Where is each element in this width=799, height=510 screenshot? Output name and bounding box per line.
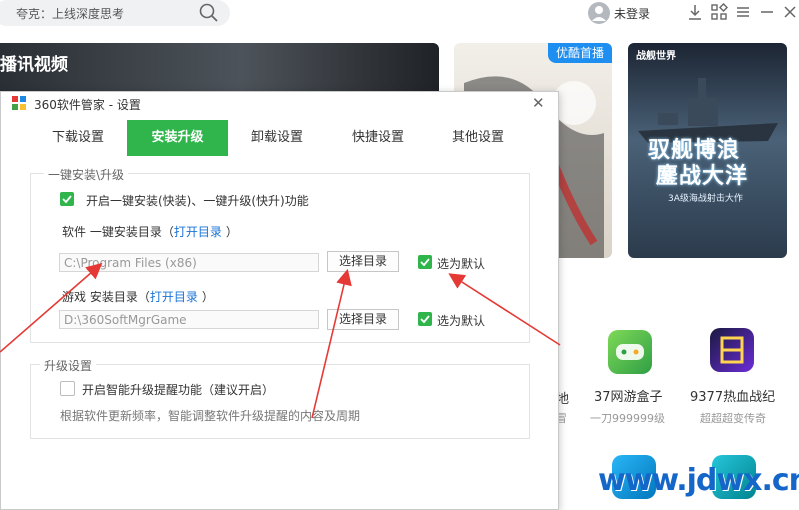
arrow-to-set-default	[448, 273, 561, 346]
arrow-to-install-dir	[0, 262, 103, 353]
annotation-arrows	[0, 262, 561, 419]
arrow-to-choose-dir	[311, 268, 352, 419]
